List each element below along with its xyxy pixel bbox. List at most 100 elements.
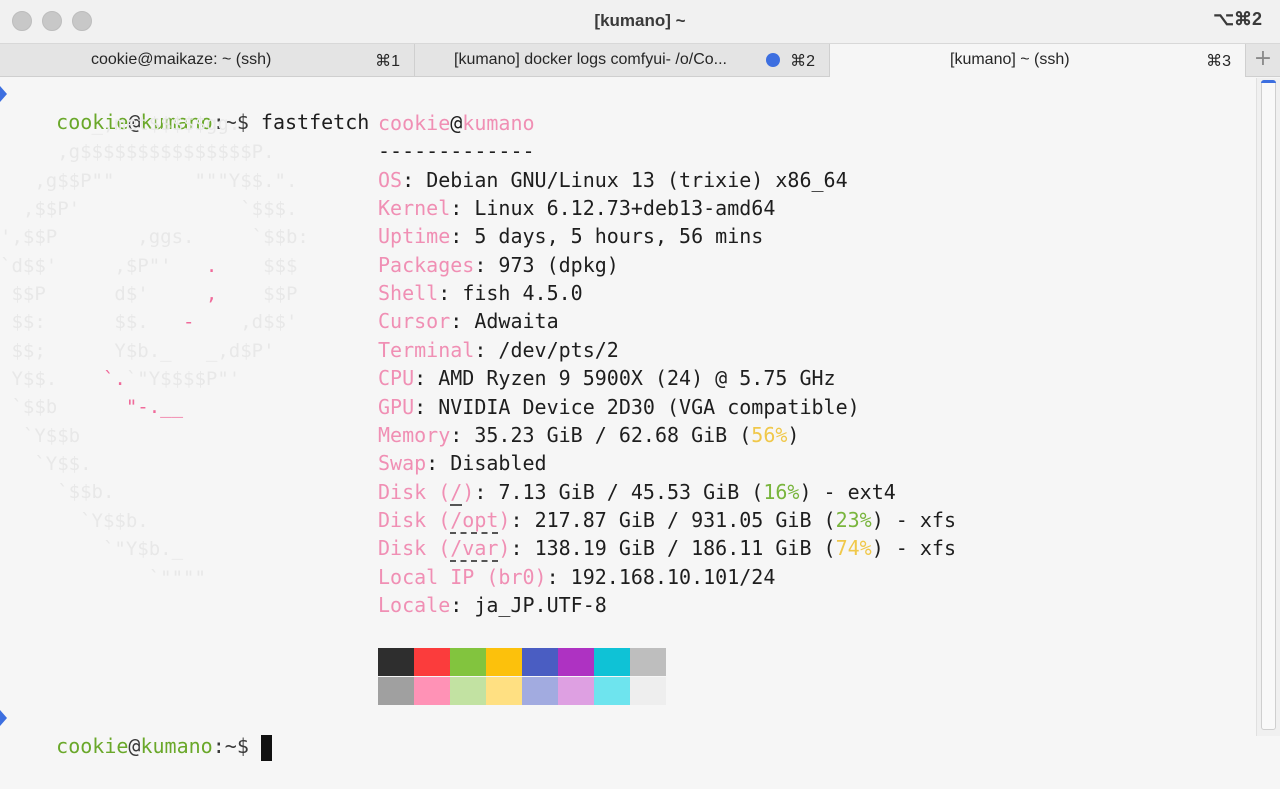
info-value: 217.87 GiB / 931.05 GiB ( (534, 507, 836, 532)
color-swatch (486, 648, 522, 676)
logo-line: `d$$' ,$P"' . $$$ (0, 252, 309, 280)
info-line: GPU: NVIDIA Device 2D30 (VGA compatible) (378, 393, 860, 421)
info-line: Kernel: Linux 6.12.73+deb13-amd64 (378, 194, 775, 222)
info-separator: ------------- (378, 139, 535, 164)
scrollbar[interactable] (1256, 78, 1280, 736)
logo-segment: Y$$. (0, 368, 103, 391)
info-line: Disk (/var): 138.19 GiB / 186.11 GiB (74… (378, 534, 956, 563)
info-key: Local IP (br0) (378, 564, 547, 589)
info-value: ) (787, 422, 800, 447)
logo-line: ,$$P' `$$$. (0, 195, 309, 223)
info-colon: : (450, 224, 475, 249)
tab-title: [kumano] ~ (ssh) (950, 51, 1070, 68)
color-swatch (378, 677, 414, 705)
logo-segment: $$$ (217, 254, 298, 277)
info-line: Uptime: 5 days, 5 hours, 56 mins (378, 222, 763, 250)
scrollbar-thumb[interactable] (1261, 80, 1276, 730)
tab-1[interactable]: cookie@maikaze: ~ (ssh) ⌘1 (0, 44, 415, 76)
color-swatch (522, 648, 558, 676)
info-colon: : (474, 252, 499, 277)
tab-title: cookie@maikaze: ~ (ssh) (91, 51, 272, 68)
info-value: Debian GNU/Linux 13 (trixie) x86_64 (426, 167, 848, 192)
info-colon: : (450, 592, 475, 617)
info-line: Packages: 973 (dpkg) (378, 251, 619, 279)
info-key: CPU (378, 366, 415, 391)
info-value: 35.23 GiB / 62.68 GiB ( (474, 422, 752, 447)
info-value: 973 (dpkg) (498, 252, 619, 277)
logo-segment: $$P d$' (0, 283, 206, 306)
info-colon: : (414, 366, 439, 391)
logo-segment: `"Y$b._ (0, 538, 184, 561)
info-value: ) - ext4 (799, 479, 896, 504)
logo-segment: "-.__ (125, 396, 184, 419)
info-key: ) (498, 507, 511, 532)
info-colon: : (474, 479, 499, 504)
logo-line: `"""" (0, 564, 309, 592)
logo-segment: $$: $$. (0, 311, 184, 334)
color-swatch (522, 677, 558, 705)
window-title: [kumano] ~ (594, 11, 686, 30)
info-user: cookie (378, 111, 451, 135)
tab-shortcut: ⌘1 (375, 53, 400, 70)
logo-segment: ,$$P' `$$$. (0, 198, 298, 221)
new-tab-button[interactable]: + (1246, 44, 1280, 76)
tab-2[interactable]: [kumano] docker logs comfyui- /o/Co... ⌘… (415, 44, 830, 76)
prompt-line-current: cookie@kumano:~$ (0, 704, 272, 761)
tab-bar: cookie@maikaze: ~ (ssh) ⌘1 [kumano] dock… (0, 44, 1280, 77)
usage-percent: 74% (835, 536, 872, 561)
color-swatch (378, 648, 414, 676)
info-key: Swap (378, 451, 427, 476)
info-line: Swap: Disabled (378, 449, 547, 477)
prompt-line: cookie@kumano:~$ fastfetch (0, 80, 369, 134)
info-colon: : (402, 167, 427, 192)
logo-line: `$$b. (0, 478, 309, 506)
info-line: Shell: fish 4.5.0 (378, 279, 583, 307)
logo-segment: `. (102, 368, 126, 391)
info-key: ) (498, 536, 511, 561)
tab-shortcut: ⌘3 (1206, 53, 1231, 70)
info-line: Locale: ja_JP.UTF-8 (378, 591, 607, 619)
color-swatch (414, 677, 450, 705)
info-colon: : (510, 507, 535, 532)
mark-icon (0, 86, 8, 102)
info-value: /dev/pts/2 (498, 337, 619, 362)
color-swatch (414, 648, 450, 676)
info-key-path: /opt (450, 507, 499, 534)
info-key: Uptime (378, 224, 451, 249)
color-swatch (630, 648, 666, 676)
tab-title: [kumano] docker logs comfyui- /o/Co... (454, 51, 727, 68)
info-colon: : (414, 394, 439, 419)
prompt-user: cookie (56, 734, 129, 758)
info-key: GPU (378, 394, 415, 419)
logo-line: Y$$. `.`"Y$$$$P"' (0, 365, 309, 393)
terminal-view[interactable]: cookie@kumano:~$ fastfetch _,met$$$$$gg.… (0, 78, 1256, 761)
activity-dot-icon (766, 53, 780, 67)
logo-segment: `"""" (0, 566, 206, 589)
logo-segment: `"Y$$$$P"' (125, 368, 241, 391)
logo-segment: - (183, 311, 195, 334)
info-key: Kernel (378, 196, 451, 221)
info-colon: : (474, 337, 499, 362)
info-line: cookie@kumano (378, 109, 535, 137)
info-value: ja_JP.UTF-8 (474, 592, 607, 617)
info-value: Linux 6.12.73+deb13-amd64 (474, 196, 776, 221)
info-line: Terminal: /dev/pts/2 (378, 336, 619, 364)
logo-segment: `Y$$b. (0, 509, 149, 532)
logo-line: $$; Y$b._ _,d$P' (0, 337, 309, 365)
usage-percent: 23% (835, 507, 872, 532)
info-value: 138.19 GiB / 186.11 GiB ( (534, 536, 836, 561)
info-key: ) (462, 479, 475, 504)
info-value: ) - xfs (871, 507, 957, 532)
info-key: Disk ( (378, 479, 451, 504)
logo-line: ,g$$P"" """Y$$.". (0, 167, 309, 195)
logo-line: $$P d$' , $$P (0, 280, 309, 308)
color-swatch (630, 677, 666, 705)
info-line: OS: Debian GNU/Linux 13 (trixie) x86_64 (378, 166, 848, 194)
logo-segment: ,d$$' (194, 311, 298, 334)
tab-3[interactable]: [kumano] ~ (ssh) ⌘3 (830, 44, 1246, 77)
window-shortcut: ⌥⌘2 (1213, 9, 1262, 29)
logo-segment: `$$b (0, 396, 126, 419)
info-key-path: / (450, 479, 463, 506)
color-swatch (450, 648, 486, 676)
prompt-path: :~ (212, 734, 237, 758)
